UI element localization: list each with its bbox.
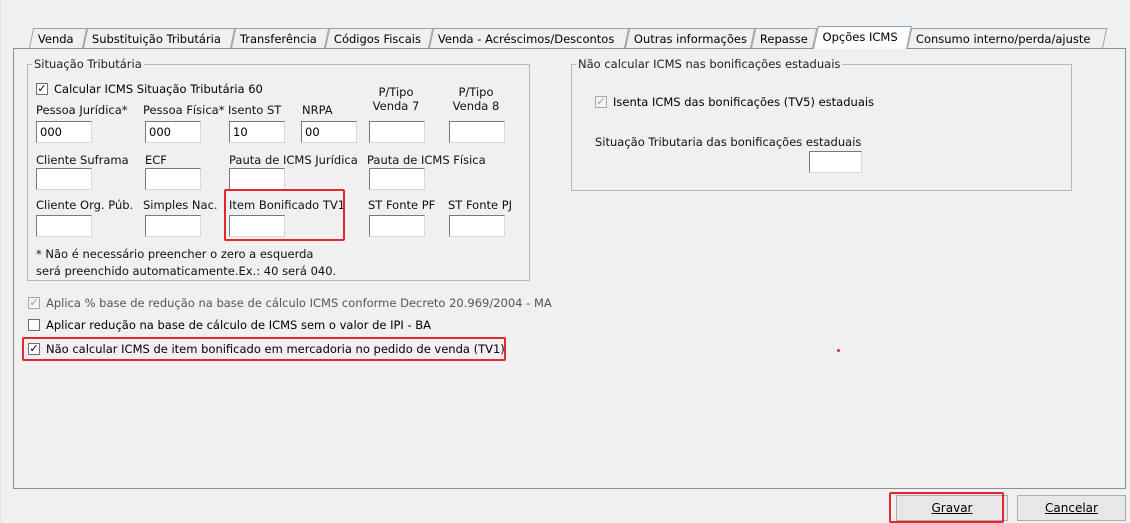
calc-icms-60-label: Calcular ICMS Situação Tributária 60 (54, 82, 263, 96)
tab-substituicao-tributaria[interactable]: Substituição Tributária (83, 28, 236, 48)
pauta-icms-fisica-label: Pauta de ICMS Física (367, 153, 486, 167)
cliente-suframa-input[interactable] (36, 168, 92, 190)
cliente-org-pub-label: Cliente Org. Púb. (36, 198, 134, 212)
pessoa-fisica-input[interactable]: 000 (145, 121, 201, 143)
simples-nac-label: Simples Nac. (143, 198, 218, 212)
isento-st-input[interactable]: 10 (229, 121, 285, 143)
st-fonte-pj-label: ST Fonte PJ (448, 198, 513, 212)
tab-codigos-fiscais[interactable]: Códigos Fiscais (325, 28, 434, 48)
tab-consumo-interno[interactable]: Consumo interno/perda/ajuste (907, 28, 1108, 48)
simples-nac-input[interactable] (145, 215, 201, 237)
nrpa-input[interactable]: 00 (301, 121, 357, 143)
pauta-icms-fisica-input[interactable] (369, 168, 425, 190)
st-fonte-pf-input[interactable] (369, 215, 425, 237)
isento-st-label: Isento ST (228, 103, 282, 117)
st-fonte-pf-label: ST Fonte PF (368, 198, 436, 212)
pessoa-fisica-label: Pessoa Física* (143, 103, 225, 117)
marker-dot (837, 349, 840, 352)
nrpa-label: NRPA (302, 103, 333, 117)
aplicar-reducao-ipi-checkbox[interactable] (28, 319, 40, 331)
tab-opcoes-icms[interactable]: Opções ICMS (813, 26, 912, 49)
isenta-icms-bonificacoes-checkbox[interactable]: ✓ (595, 96, 607, 108)
aplica-reducao-decreto-checkbox[interactable]: ✓ (28, 297, 40, 309)
note-line-2: será preenchido automaticamente.Ex.: 40 … (36, 264, 337, 278)
cliente-suframa-label: Cliente Suframa (36, 153, 129, 167)
pauta-icms-juridica-input[interactable] (229, 168, 285, 190)
situacao-bonificacoes-input[interactable] (809, 151, 862, 173)
tab-venda[interactable]: Venda (29, 28, 88, 48)
cancelar-button[interactable]: Cancelar (1017, 495, 1126, 521)
aplica-reducao-decreto-label: Aplica % base de redução na base de cálc… (46, 296, 552, 310)
situacao-tributaria-title: Situação Tributária (32, 57, 144, 71)
bonificacoes-estaduais-title: Não calcular ICMS nas bonificações estad… (576, 57, 843, 71)
calc-icms-60-checkbox[interactable]: ✓ (36, 83, 48, 95)
tab-outras-informacoes[interactable]: Outras informações (625, 28, 756, 48)
window: Venda Substituição Tributária Transferên… (0, 0, 1130, 523)
item-bonificado-highlight (224, 189, 345, 241)
ecf-label: ECF (145, 153, 167, 167)
pauta-icms-juridica-label: Pauta de ICMS Jurídica (229, 153, 358, 167)
bonificacoes-estaduais-group: Não calcular ICMS nas bonificações estad… (571, 57, 1072, 191)
pessoa-juridica-label: Pessoa Jurídica* (36, 103, 128, 117)
p-tipo-venda-7-input[interactable] (369, 121, 425, 143)
tab-panel: Situação Tributária ✓ Calcular ICMS Situ… (13, 48, 1126, 489)
gravar-highlight (889, 492, 1004, 523)
p-tipo-venda-8-input[interactable] (449, 121, 505, 143)
p-tipo-venda-7-label: P/Tipo Venda 7 (372, 85, 420, 113)
note-line-1: * Não é necessário preencher o zero a es… (36, 247, 314, 261)
aplicar-reducao-ipi-label: Aplicar redução na base de cálculo de IC… (46, 318, 432, 332)
situacao-bonificacoes-label: Situação Tributaria das bonificações est… (595, 135, 862, 149)
p-tipo-venda-8-label: P/Tipo Venda 8 (452, 85, 500, 113)
pessoa-juridica-input[interactable]: 000 (36, 121, 92, 143)
tab-repasse[interactable]: Repasse (751, 28, 818, 48)
st-fonte-pj-input[interactable] (449, 215, 505, 237)
situacao-tributaria-group: Situação Tributária ✓ Calcular ICMS Situ… (27, 57, 530, 281)
ecf-input[interactable] (145, 168, 201, 190)
cliente-org-pub-input[interactable] (36, 215, 92, 237)
tab-transferencia[interactable]: Transferência (231, 28, 330, 48)
tab-strip: Venda Substituição Tributária Transferên… (27, 26, 1130, 49)
isenta-icms-bonificacoes-label: Isenta ICMS das bonificações (TV5) estad… (613, 95, 875, 109)
nao-calcular-highlight (22, 337, 506, 361)
tab-venda-acrescimos-descontos[interactable]: Venda - Acréscimos/Descontos (429, 28, 630, 48)
